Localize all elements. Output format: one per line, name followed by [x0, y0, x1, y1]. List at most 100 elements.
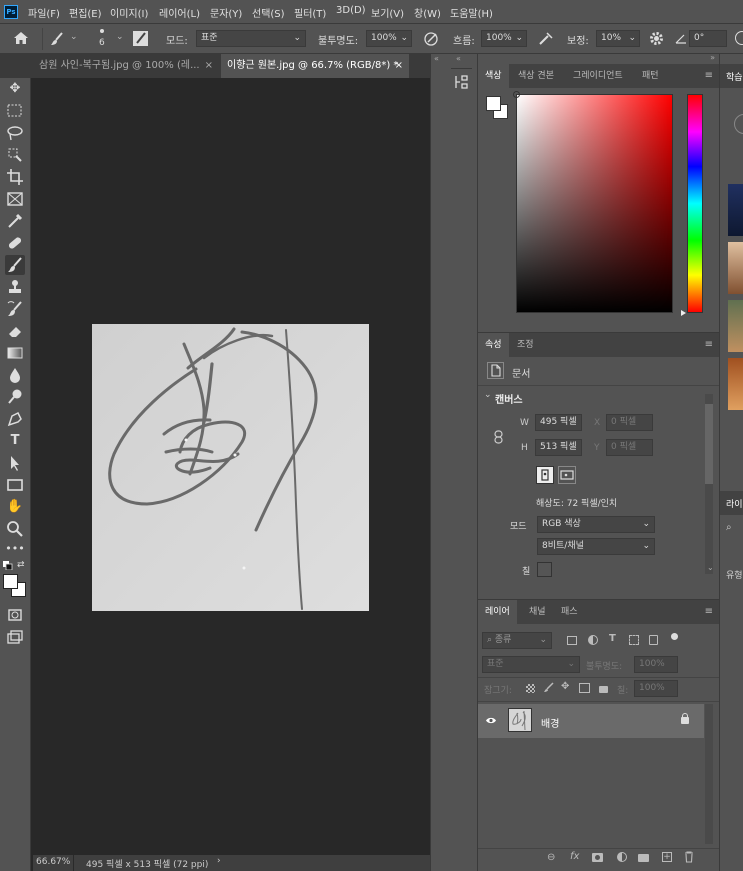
chevron-down-icon[interactable]: ⌄ — [484, 390, 492, 400]
default-colors-icon[interactable] — [3, 561, 13, 570]
frame-tool-icon[interactable] — [5, 189, 25, 209]
healing-brush-tool-icon[interactable] — [5, 233, 25, 253]
height-input[interactable]: 513 픽셀 — [535, 439, 582, 456]
new-adjustment-layer-icon[interactable] — [617, 852, 627, 862]
color-field[interactable] — [513, 91, 673, 313]
tab-channels[interactable]: 채널 — [522, 600, 553, 624]
panel-menu-icon[interactable]: ≡ — [705, 70, 713, 81]
flow-input[interactable]: 100% ⌄ — [481, 30, 527, 47]
brush-panel-toggle-icon[interactable] — [133, 31, 148, 46]
link-layers-icon[interactable]: ⊖ — [547, 852, 555, 863]
blend-mode-select[interactable]: 표준 ⌄ — [482, 656, 580, 673]
airbrush-icon[interactable] — [538, 31, 554, 46]
tab-swatches[interactable]: 색상 견본 — [511, 64, 561, 88]
rectangle-tool-icon[interactable] — [5, 475, 25, 495]
document-image[interactable] — [92, 324, 369, 611]
properties-scrollbar[interactable] — [705, 394, 713, 574]
menu-file[interactable]: 파일(F) — [28, 5, 60, 20]
hue-slider[interactable] — [687, 94, 703, 313]
dodge-tool-icon[interactable] — [5, 387, 25, 407]
layer-filter-select[interactable]: ⌕ 종류 ⌄ — [482, 632, 552, 649]
layer-fill-input[interactable]: 100% — [634, 680, 678, 697]
landscape-orientation-icon[interactable] — [558, 466, 576, 484]
brush-tool-icon[interactable] — [5, 255, 25, 275]
filter-toggle-icon[interactable] — [671, 633, 678, 640]
hand-tool-icon[interactable]: ✋ — [5, 497, 25, 517]
lasso-tool-icon[interactable] — [5, 123, 25, 143]
menu-3d[interactable]: 3D(D) — [336, 5, 366, 16]
fill-color-swatch[interactable] — [537, 562, 552, 577]
tab-color[interactable]: 색상 — [478, 64, 509, 88]
close-icon[interactable]: × — [205, 54, 213, 78]
tab-properties[interactable]: 속성 — [478, 333, 509, 357]
panel-menu-icon[interactable]: ≡ — [705, 339, 713, 350]
bit-depth-select[interactable]: 8비트/채널 ⌄ — [537, 538, 655, 555]
pressure-opacity-icon[interactable] — [424, 31, 439, 46]
lock-all-icon[interactable] — [599, 686, 608, 693]
marquee-tool-icon[interactable] — [5, 101, 25, 121]
status-menu-arrow-icon[interactable]: › — [217, 856, 221, 866]
gradient-tool-icon[interactable] — [5, 343, 25, 363]
crop-tool-icon[interactable] — [5, 167, 25, 187]
menu-layer[interactable]: 레이어(L) — [159, 5, 200, 20]
filter-type-icon[interactable]: T — [609, 633, 616, 644]
width-input[interactable]: 495 픽셀 — [535, 414, 582, 431]
layer-opacity-input[interactable]: 100% — [634, 656, 678, 673]
color-mode-select[interactable]: RGB 색상 ⌄ — [537, 516, 655, 533]
tab-adjustments[interactable]: 조정 — [510, 333, 541, 357]
tab-patterns[interactable]: 패턴 — [635, 64, 666, 88]
lock-transparent-icon[interactable] — [526, 684, 535, 693]
menu-type[interactable]: 문자(Y) — [210, 5, 242, 20]
filter-pixel-icon[interactable] — [567, 636, 577, 645]
close-icon[interactable]: × — [395, 54, 403, 78]
learn-thumbnail-1[interactable] — [728, 184, 743, 236]
brush-preset-icon[interactable] — [50, 32, 64, 46]
scroll-down-icon[interactable]: ⌄ — [707, 563, 714, 572]
tab-learn[interactable]: 학습 — [726, 70, 743, 83]
eyedropper-tool-icon[interactable] — [5, 211, 25, 231]
learn-thumbnail-3[interactable] — [728, 300, 743, 352]
tab-document-1[interactable]: 삼원 사인-복구됨.jpg @ 100% (레... × — [33, 54, 219, 78]
tab-document-2[interactable]: 이향근 원본.jpg @ 66.7% (RGB/8*) * × — [221, 54, 409, 78]
y-input[interactable]: 0 픽셀 — [606, 439, 653, 456]
filter-shape-icon[interactable] — [629, 635, 639, 645]
brush-size-dropdown-icon[interactable]: ⌄ — [116, 32, 124, 42]
collapse-dock-icon[interactable]: « — [434, 54, 439, 63]
clone-stamp-tool-icon[interactable] — [5, 277, 25, 297]
trash-icon[interactable] — [684, 851, 694, 863]
tab-gradients[interactable]: 그레이디언트 — [566, 64, 630, 88]
menu-image[interactable]: 이미지(I) — [110, 5, 148, 20]
layer-row[interactable]: 배경 — [478, 704, 704, 738]
smoothing-input[interactable]: 10% ⌄ — [596, 30, 640, 47]
hue-slider-handle[interactable] — [681, 310, 686, 316]
zoom-level[interactable]: 66.67% — [36, 857, 70, 867]
filter-adjustment-icon[interactable] — [588, 635, 598, 645]
fx-icon[interactable]: fx — [570, 851, 579, 862]
panel-menu-icon[interactable]: ≡ — [705, 606, 713, 617]
move-tool-icon[interactable]: ✥ — [5, 79, 25, 99]
mode-select[interactable]: 표준 ⌄ — [196, 30, 306, 47]
tab-paths[interactable]: 패스 — [554, 600, 585, 624]
lock-artboard-icon[interactable] — [579, 683, 590, 693]
screen-mode-icon[interactable] — [5, 627, 25, 647]
menu-help[interactable]: 도움말(H) — [450, 5, 493, 20]
blur-tool-icon[interactable] — [5, 365, 25, 385]
menu-select[interactable]: 선택(S) — [252, 5, 285, 20]
tab-libraries[interactable]: 라이 — [726, 497, 743, 510]
new-layer-icon[interactable]: + — [662, 852, 672, 862]
more-tools-icon[interactable]: ••• — [5, 539, 25, 559]
learn-thumbnail-4[interactable] — [728, 358, 743, 410]
menu-edit[interactable]: 편집(E) — [69, 5, 102, 20]
lock-image-icon[interactable] — [543, 682, 554, 693]
expand-panels-icon[interactable]: « — [456, 54, 461, 63]
home-icon[interactable] — [13, 31, 29, 45]
scrollbar-thumb[interactable] — [705, 404, 713, 484]
portrait-orientation-icon[interactable] — [536, 466, 554, 484]
pressure-size-icon[interactable] — [735, 31, 743, 45]
layers-scrollbar[interactable] — [705, 704, 713, 844]
menu-view[interactable]: 보기(V) — [371, 5, 404, 20]
zoom-tool-icon[interactable] — [5, 519, 25, 539]
x-input[interactable]: 0 픽셀 — [606, 414, 653, 431]
opacity-input[interactable]: 100% ⌄ — [366, 30, 412, 47]
link-icon[interactable] — [494, 430, 503, 444]
